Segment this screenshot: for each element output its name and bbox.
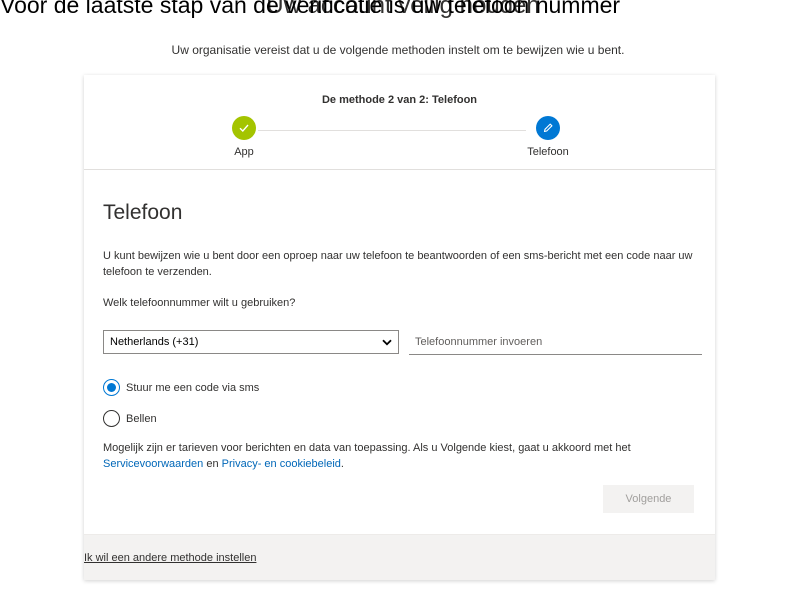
phone-number-input[interactable] [409,330,702,355]
setup-card: De methode 2 van 2: Telefoon App Telefoo… [84,75,715,580]
legal-period: . [340,458,344,470]
radio-option-call[interactable]: Bellen [103,410,157,427]
check-icon [239,124,249,133]
terms-link[interactable]: Servicevoorwaarden [103,458,203,470]
next-button[interactable]: Volgende [603,485,694,513]
overlay-caption: Voor de laatste stap van de verificatie … [0,0,621,18]
step-title: De methode 2 van 2: Telefoon [321,94,478,106]
radio-call-label: Bellen [126,412,157,425]
legal-and: en [206,458,219,470]
page-subtext: Uw organisatie vereist dat u de volgende… [171,43,625,57]
pencil-icon [543,123,553,133]
section-title: Telefoon [103,201,183,224]
stepper-header: De methode 2 van 2: Telefoon App Telefoo… [84,75,715,170]
step-app-indicator [232,116,256,140]
step-telefoon-indicator [536,116,560,140]
other-method-link[interactable]: Ik wil een andere methode instellen [84,552,256,564]
phone-question: Welk telefoonnummer wilt u gebruiken? [103,297,296,309]
step-app-label: App [234,146,254,158]
privacy-link[interactable]: Privacy- en cookiebeleid [222,458,341,470]
radio-sms-button[interactable] [103,379,120,396]
country-code-value: Netherlands (+31) [110,336,199,348]
radio-option-sms[interactable]: Stuur me een code via sms [103,379,259,396]
legal-text: Mogelijk zijn er tarieven voor berichten… [103,442,631,454]
country-code-select[interactable]: Netherlands (+31) [103,330,399,354]
legal-notice: Mogelijk zijn er tarieven voor berichten… [103,440,703,472]
phone-description: U kunt bewijzen wie u bent door een opro… [103,250,693,278]
step-connector-line [258,130,526,131]
card-footer: Ik wil een andere methode instellen [84,534,715,580]
radio-call-button[interactable] [103,410,120,427]
radio-sms-label: Stuur me een code via sms [126,381,260,394]
step-telefoon-label: Telefoon [527,146,569,158]
chevron-down-icon [382,339,392,345]
